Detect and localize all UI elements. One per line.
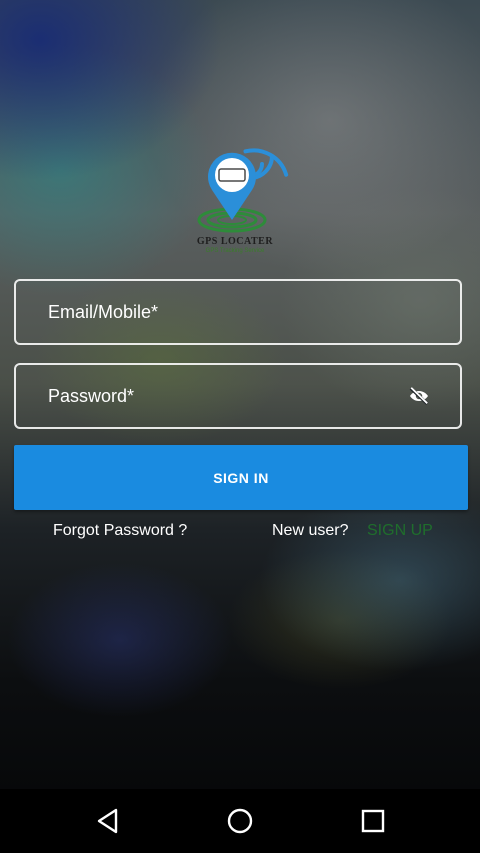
new-user-label: New user? [272, 522, 349, 539]
password-input[interactable] [48, 365, 408, 427]
home-circle-icon[interactable] [224, 805, 256, 837]
logo-title: GPS LOCATER [196, 236, 274, 247]
forgot-password-link[interactable]: Forgot Password ? [53, 522, 187, 540]
password-field[interactable] [14, 363, 462, 429]
email-input[interactable] [48, 281, 408, 343]
app-logo: GPS LOCATER GPS Tracking Service [190, 128, 290, 260]
sign-up-link[interactable]: SIGN UP [367, 522, 433, 540]
recent-square-icon[interactable] [357, 805, 389, 837]
back-triangle-icon[interactable] [92, 805, 124, 837]
email-field[interactable] [14, 279, 462, 345]
gps-pin-icon [197, 148, 289, 233]
eye-off-icon[interactable] [408, 385, 430, 407]
logo-subtitle: GPS Tracking Service [205, 248, 265, 254]
login-screen: GPS LOCATER GPS Tracking Service SIGN IN… [0, 0, 480, 853]
sign-in-button[interactable]: SIGN IN [14, 445, 468, 510]
system-nav-bar [0, 789, 480, 853]
